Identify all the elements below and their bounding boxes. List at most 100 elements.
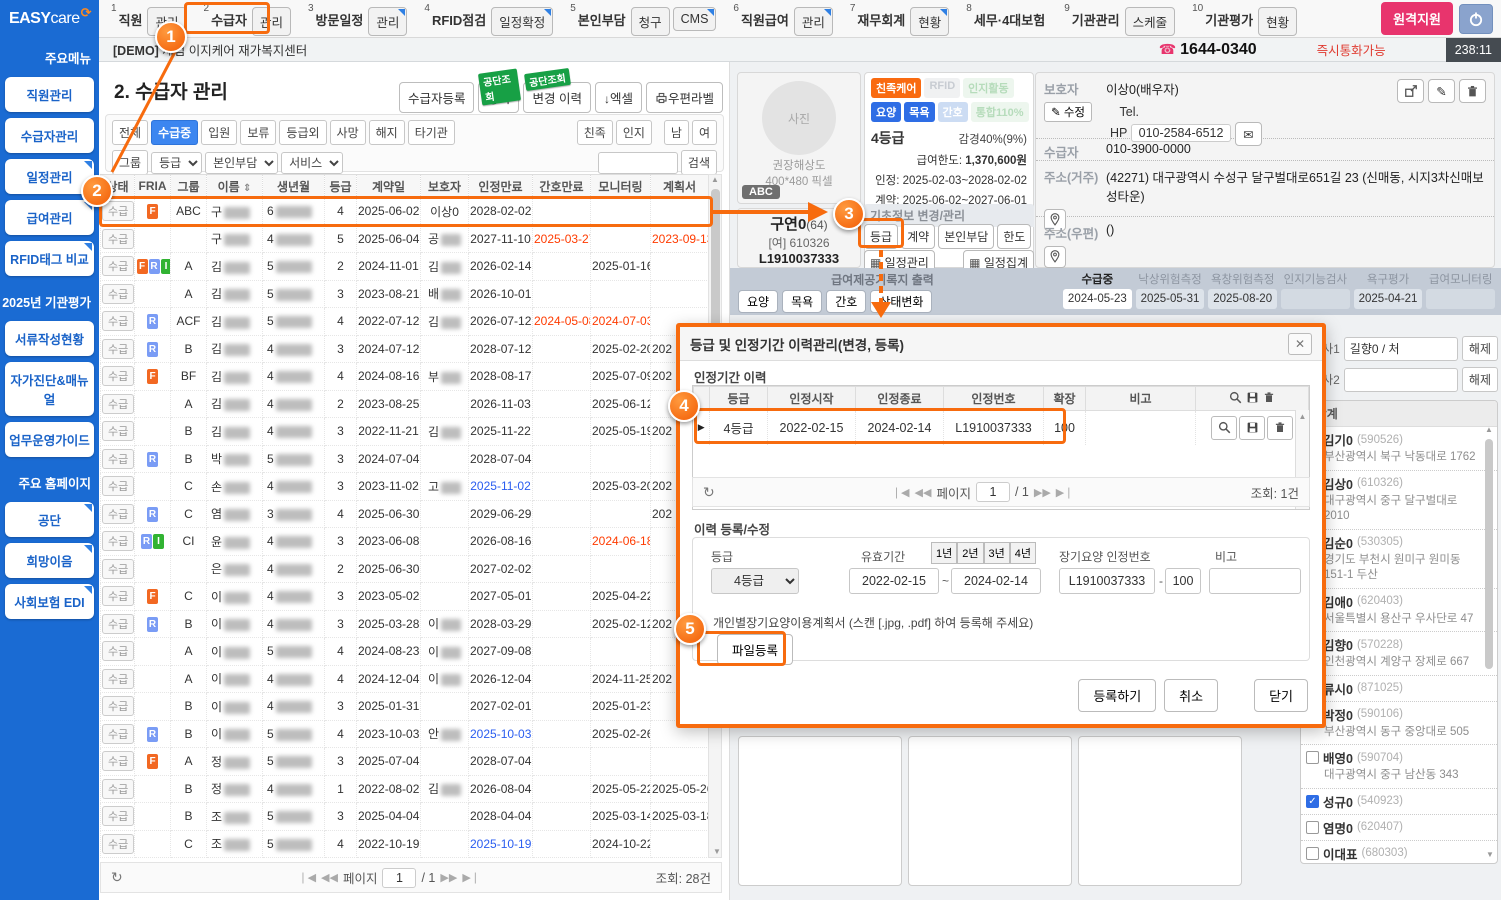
status-tab-7[interactable]: 타기관 (408, 120, 455, 145)
form-grade-select[interactable]: 4등급 (711, 568, 799, 594)
person-item-7[interactable]: 배영0 (590704) 대구광역시 중구 남산동 343 (1301, 745, 1497, 789)
relation-tab-1[interactable]: 인지 (616, 120, 652, 145)
status-tab-5[interactable]: 사망 (330, 120, 366, 145)
status-tab-2[interactable]: 입원 (201, 120, 237, 145)
table-row[interactable]: 수급 RB 박 5 32024-07-04 2028-07-04 (101, 445, 709, 473)
table-row[interactable]: 수급 B 정 4 12022-08-02 김 2026-08-042025-05… (101, 775, 709, 803)
record-button-1[interactable]: 목욕 (782, 290, 822, 313)
map-pin-button-mail[interactable] (1044, 246, 1066, 268)
table-row[interactable]: 수급 A 이 4 42024-12-04 이 2026-12-042024-11… (101, 665, 709, 693)
page-last[interactable]: ▶❘ (462, 871, 480, 884)
page-prev[interactable]: ◀◀ (915, 486, 932, 499)
page-next[interactable]: ▶▶ (1034, 486, 1051, 499)
form-period-end-input[interactable] (951, 568, 1041, 594)
table-row[interactable]: 수급 FABC 구 6 42025-06-02 이상0 2028-02-02 (101, 198, 709, 226)
col-header-1[interactable]: FRIA (135, 175, 171, 198)
page-next[interactable]: ▶▶ (440, 871, 457, 884)
nav-item-6[interactable]: 7재무회계현황 (850, 2, 952, 36)
file-upload-button[interactable]: 파일등록 (717, 634, 793, 665)
table-row[interactable]: 수급 RB 이 5 42023-10-03 안 2025-10-032025-0… (101, 720, 709, 748)
modal-footer-button-0[interactable]: 등록하기 (1078, 679, 1156, 712)
form-cert-ext-input[interactable] (1165, 568, 1201, 594)
caregiver-release-button-0[interactable]: 해제 (1462, 336, 1498, 361)
manage-button-0[interactable]: 등급 (864, 224, 898, 249)
modal-close-button[interactable]: ✕ (1288, 333, 1312, 355)
year-button-1[interactable]: 2년 (957, 542, 983, 564)
status-tab-1[interactable]: 수급중 (151, 120, 198, 145)
col-header-6[interactable]: 계약일 (357, 175, 421, 198)
status-tab-4[interactable]: 등급외 (279, 120, 326, 145)
year-button-2[interactable]: 3년 (984, 542, 1010, 564)
col-header-10[interactable]: 모니터링 (591, 175, 651, 198)
nav-item-7[interactable]: 8세무·4대보험 (966, 2, 1050, 36)
nav-item-2[interactable]: 3방문일정관리 (308, 2, 410, 36)
refresh-icon[interactable]: ↻ (111, 869, 123, 886)
relation-tab-0[interactable]: 친족 (577, 120, 613, 145)
nav-item-3[interactable]: 4RFID점검일정확정 (424, 2, 556, 36)
person-checkbox-9[interactable] (1306, 821, 1319, 834)
table-row[interactable]: 수급 B 김 4 32022-11-21 김 2025-11-222025-05… (101, 418, 709, 446)
nav-button-1[interactable]: 관리 (252, 7, 291, 36)
power-button[interactable] (1459, 4, 1493, 34)
nav-item-8[interactable]: 9기관관리스케줄 (1064, 2, 1178, 36)
col-header-7[interactable]: 보호자 (421, 175, 469, 198)
nav-item-1[interactable]: 2수급자관리 (204, 2, 294, 36)
manage-button-1[interactable]: 계약 (901, 224, 935, 249)
page-input[interactable] (976, 482, 1010, 502)
refresh-icon[interactable]: ↻ (703, 484, 715, 501)
edit-icon-button[interactable]: ✎ (1428, 79, 1455, 103)
year-button-0[interactable]: 1년 (931, 542, 957, 564)
table-row[interactable]: 수급 A 김 4 22023-08-25 2026-11-032025-06-1… (101, 390, 709, 418)
row-save-button[interactable] (1239, 416, 1265, 440)
record-button-0[interactable]: 요양 (738, 290, 778, 313)
nav-button-0[interactable]: 관리 (147, 7, 186, 36)
col-header-9[interactable]: 간호만료 (533, 175, 591, 198)
nav-button-9[interactable]: 현황 (1258, 7, 1297, 36)
person-item-3[interactable]: 김애0 (620403) 서울특별시 용산구 우사단로 47 (1301, 589, 1497, 633)
person-item-4[interactable]: 김향0 (570228) 인천광역시 계양구 장제로 667 (1301, 632, 1497, 676)
col-header-11[interactable]: 계획서 (651, 175, 709, 198)
status-tab-6[interactable]: 해지 (369, 120, 405, 145)
nav-button-8[interactable]: 스케줄 (1125, 7, 1176, 36)
col-header-5[interactable]: 등급 (325, 175, 357, 198)
guardian-edit-button[interactable]: ✎ 수정 (1044, 102, 1092, 122)
search-button[interactable]: 검색 (681, 150, 717, 175)
person-item-0[interactable]: 김기0 (590526) 부산광역시 북구 낙동대로 1762 (1301, 427, 1497, 471)
status-tab-3[interactable]: 보류 (240, 120, 276, 145)
person-item-10[interactable]: 이대표 (680303) (1301, 841, 1497, 864)
nav-button-4[interactable]: 청구 (631, 7, 670, 36)
table-row[interactable]: 수급 RB 김 4 32024-07-12 2028-07-122025-02-… (101, 335, 709, 363)
table-row[interactable]: 수급 RC 염 3 42025-06-30 2029-06-29202 (101, 500, 709, 528)
nav-button-2[interactable]: 관리 (368, 7, 407, 36)
sidebar-item-0-1[interactable]: 수급자관리 (5, 118, 94, 153)
sidebar-item-2-2[interactable]: 사회보험 EDI (5, 584, 94, 619)
nav-item-9[interactable]: 10기관평가현황 (1192, 2, 1300, 36)
sidebar-item-1-1[interactable]: 자가진단&매뉴얼 (5, 362, 94, 416)
gender-tab-0[interactable]: 남 (664, 120, 689, 145)
table-row[interactable]: 수급 C 조 5 42022-10-19 2025-10-192024-10-2… (101, 830, 709, 858)
toolbar-button-0[interactable]: 수급자등록 (399, 82, 475, 113)
modal-grid-row[interactable]: ▶4등급2022-02-152024-02-14L1910037333100 (694, 411, 1309, 445)
manage-button-3[interactable]: 한도 (997, 224, 1031, 249)
nav-button-5[interactable]: 관리 (794, 7, 833, 36)
table-row[interactable]: 수급 FC 이 4 32023-05-02 2027-05-012025-04-… (101, 583, 709, 611)
sidebar-item-2-0[interactable]: 공단 (5, 502, 94, 537)
delete-button[interactable] (1459, 79, 1486, 103)
person-checkbox-7[interactable] (1306, 751, 1319, 764)
nav-button-4[interactable]: CMS (673, 7, 717, 31)
table-row[interactable]: 수급 FBF 김 4 42024-08-16 부 2028-08-172025-… (101, 363, 709, 391)
person-checkbox-10[interactable] (1306, 847, 1319, 860)
form-note-input[interactable] (1209, 568, 1301, 594)
sidebar-item-0-3[interactable]: 급여관리 (5, 200, 94, 235)
toolbar-button-4[interactable]: 우편라벨 (646, 82, 723, 113)
table-row[interactable]: 수급 A 이 5 42024-08-23 이 2027-09-08 (101, 638, 709, 666)
sidebar-item-1-2[interactable]: 업무운영가이드 (5, 422, 94, 457)
filter-select-1[interactable]: 본인부담 (205, 152, 278, 174)
group-filter-button[interactable]: 그룹 (112, 150, 148, 175)
col-header-0[interactable]: 상태 (101, 175, 135, 198)
col-header-8[interactable]: 인정만료 (469, 175, 533, 198)
nav-item-5[interactable]: 6직원급여관리 (733, 2, 835, 36)
form-cert-input[interactable] (1059, 568, 1155, 594)
table-row[interactable]: 수급 구 4 52025-06-04 공 2027-11-102025-03-2… (101, 225, 709, 253)
page-first[interactable]: ❘◀ (298, 871, 316, 884)
